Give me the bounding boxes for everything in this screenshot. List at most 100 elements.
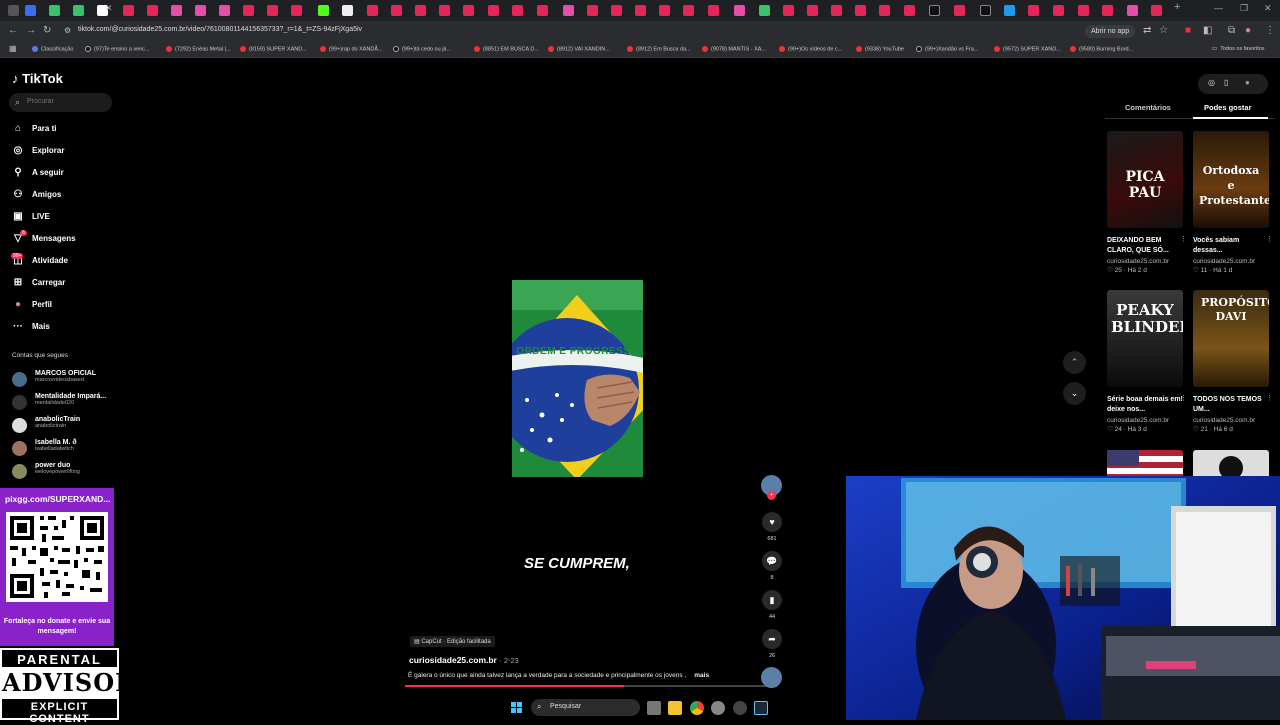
bookmark-item[interactable]: (9572) SUPER XAND... bbox=[994, 46, 1061, 52]
reload-icon[interactable]: ↻ bbox=[43, 25, 51, 36]
tab-favicon[interactable] bbox=[123, 5, 134, 16]
tab-favicon[interactable] bbox=[49, 5, 60, 16]
tab-favicon[interactable] bbox=[683, 5, 694, 16]
suggested-video-card[interactable]: PEAKY BLINDERS Série boaa demais em! dei… bbox=[1107, 290, 1187, 433]
chrome-icon[interactable] bbox=[690, 701, 704, 715]
settings-gear-icon[interactable] bbox=[711, 701, 725, 715]
obs-icon[interactable] bbox=[733, 701, 747, 715]
bookmark-star-icon[interactable]: ☆ bbox=[1159, 25, 1168, 36]
bookmark-item[interactable]: Classificação bbox=[32, 46, 73, 52]
followed-account[interactable]: anabolicTrain anabolictrain bbox=[12, 416, 80, 436]
bookmark-item[interactable]: (99+)tá cedo ou já... bbox=[393, 46, 451, 52]
extensions-puzzle-icon[interactable]: ⧉ bbox=[1228, 25, 1235, 36]
tab-favicon[interactable] bbox=[219, 5, 230, 16]
bookmark-item[interactable]: (8159) SUPER XAND... bbox=[240, 46, 307, 52]
tab-favicon[interactable] bbox=[855, 5, 866, 16]
tab-favicon[interactable] bbox=[563, 5, 574, 16]
compass-icon[interactable]: ◎ bbox=[1208, 78, 1215, 87]
comment-action[interactable]: 💬 8 bbox=[762, 551, 782, 581]
bookmark-item[interactable]: (99+)Xandão vs Fra... bbox=[916, 46, 978, 52]
minimize-window-icon[interactable]: — bbox=[1214, 3, 1223, 13]
tab-favicon[interactable] bbox=[611, 5, 622, 16]
tab-favicon[interactable] bbox=[25, 5, 36, 16]
tab-favicon[interactable] bbox=[415, 5, 426, 16]
nav-amigos[interactable]: ⚇ Amigos bbox=[12, 186, 62, 202]
nav-mais[interactable]: ··· Mais bbox=[12, 318, 50, 334]
new-tab-icon[interactable]: + bbox=[1174, 1, 1180, 13]
bookmark-item[interactable]: (97)Te ensino a venc... bbox=[85, 46, 150, 52]
next-video-button[interactable]: ⌄ bbox=[1063, 382, 1086, 405]
tab-favicon[interactable] bbox=[1151, 5, 1162, 16]
followed-account[interactable]: Mentalidade Impará... mentalidade020 bbox=[12, 393, 106, 413]
tab-favicon[interactable] bbox=[587, 5, 598, 16]
task-view-icon[interactable] bbox=[647, 701, 661, 715]
tab-favicon[interactable] bbox=[463, 5, 474, 16]
tab-favicon[interactable] bbox=[1102, 5, 1113, 16]
steam-icon[interactable] bbox=[754, 701, 768, 715]
bookmark-item[interactable]: (9078) MANTIS - XA... bbox=[702, 46, 766, 52]
search-box[interactable]: ⌕ bbox=[9, 93, 112, 112]
extension-icon[interactable]: ◧ bbox=[1203, 25, 1212, 36]
nav-live[interactable]: ▣ LIVE bbox=[12, 208, 50, 224]
more-options-icon[interactable]: ⋮ bbox=[1266, 235, 1273, 243]
comment-icon[interactable]: 💬 bbox=[762, 551, 782, 571]
bookmark-item[interactable]: (8851) EM BUSCA D... bbox=[474, 46, 539, 52]
video-progress-bar[interactable] bbox=[405, 685, 777, 687]
close-tab-icon[interactable]: ✕ bbox=[105, 3, 113, 14]
tab-favicon[interactable] bbox=[759, 5, 770, 16]
file-explorer-icon[interactable] bbox=[668, 701, 682, 715]
suggested-video-card[interactable]: PROPÓSITO DAVI TODOS NÓS TEMOS UM... ⋮ c… bbox=[1193, 290, 1273, 433]
tab-favicon[interactable] bbox=[831, 5, 842, 16]
tab-favicon[interactable] bbox=[318, 5, 329, 16]
tab-favicon[interactable] bbox=[8, 5, 19, 16]
tab-favicon[interactable] bbox=[1127, 5, 1138, 16]
tab-favicon[interactable] bbox=[1004, 5, 1015, 16]
tab-favicon[interactable] bbox=[980, 5, 991, 16]
more-options-icon[interactable]: ⋮ bbox=[1180, 394, 1187, 402]
tab-favicon[interactable] bbox=[439, 5, 450, 16]
tab-favicon[interactable] bbox=[708, 5, 719, 16]
nav-perfil[interactable]: ● Perfil bbox=[12, 296, 52, 312]
followed-account[interactable]: power duo welovepowerlifting bbox=[12, 462, 80, 482]
tab-favicon[interactable] bbox=[659, 5, 670, 16]
tab-favicon[interactable] bbox=[783, 5, 794, 16]
profile-avatar-icon[interactable]: ● bbox=[1245, 25, 1251, 36]
like-action[interactable]: ♥ 681 bbox=[762, 512, 782, 542]
all-bookmarks-folder[interactable]: ▭ Todos os favoritos bbox=[1212, 46, 1265, 52]
video-author[interactable]: curiosidade25.com.br · 2-23 bbox=[409, 655, 519, 665]
taskbar-search[interactable]: ⌕ Pesquisar bbox=[531, 699, 640, 716]
bookmark-item[interactable]: (9338) YouTube bbox=[856, 46, 904, 52]
url-field[interactable]: tiktok.com/@curiosidade25.com.br/video/7… bbox=[78, 26, 362, 33]
windows-start-icon[interactable] bbox=[511, 702, 523, 714]
follow-plus-button[interactable]: + bbox=[767, 491, 776, 500]
tab-favicon[interactable] bbox=[267, 5, 278, 16]
suggested-video-card[interactable]: Ortodoxa e Protestante Vocês sabiam dess… bbox=[1193, 131, 1273, 274]
tab-favicon[interactable] bbox=[512, 5, 523, 16]
tab-favicon[interactable] bbox=[243, 5, 254, 16]
tab-favicon[interactable] bbox=[734, 5, 745, 16]
followed-account[interactable]: Isabella M. ð isabelladatwitch bbox=[12, 439, 77, 459]
tab-favicon[interactable] bbox=[929, 5, 940, 16]
site-info-icon[interactable]: ⚙ bbox=[64, 26, 71, 35]
translate-icon[interactable]: ⇄ bbox=[1143, 25, 1151, 36]
tab-favicon[interactable] bbox=[73, 5, 84, 16]
previous-video-button[interactable]: ⌃ bbox=[1063, 351, 1086, 374]
tab-favicon[interactable] bbox=[635, 5, 646, 16]
apps-grid-icon[interactable]: ▦ bbox=[9, 44, 17, 53]
tab-favicon[interactable] bbox=[807, 5, 818, 16]
tab-favicon[interactable] bbox=[1053, 5, 1064, 16]
phone-icon[interactable]: ▯ bbox=[1224, 78, 1228, 87]
tab-favicon[interactable] bbox=[904, 5, 915, 16]
followed-account[interactable]: MARCOS OFICIAL marcosvideosbased bbox=[12, 370, 96, 390]
tab-favicon[interactable] bbox=[1028, 5, 1039, 16]
nav-carregar[interactable]: ⊞ Carregar bbox=[12, 274, 66, 290]
bookmark-item[interactable]: (8912) Em Busca da... bbox=[627, 46, 691, 52]
tab-favicon[interactable] bbox=[537, 5, 548, 16]
nav-explorar[interactable]: ◎ Explorar bbox=[12, 142, 65, 158]
tiktok-logo[interactable]: ♪ TikTok bbox=[12, 71, 63, 86]
search-input[interactable] bbox=[27, 98, 107, 105]
video-player[interactable]: ORDEM E PROGRESSO bbox=[512, 280, 643, 477]
bookmark-icon[interactable]: ▮ bbox=[762, 590, 782, 610]
tab-favicon[interactable] bbox=[391, 5, 402, 16]
more-button[interactable]: mais bbox=[694, 672, 709, 679]
